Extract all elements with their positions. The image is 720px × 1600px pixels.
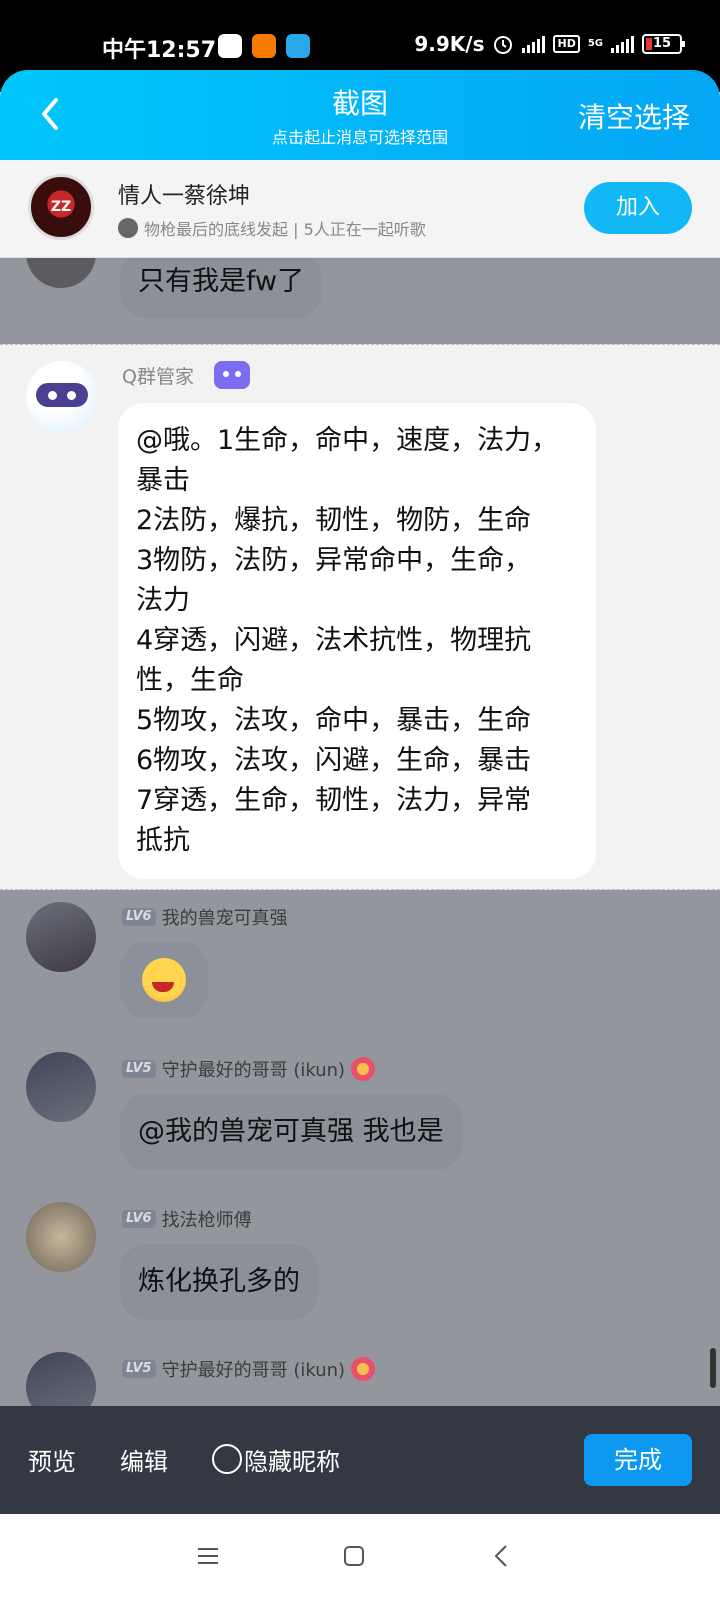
message-line: 5物攻，法攻，命中，暴击，生命 xyxy=(136,705,532,736)
done-button[interactable]: 完成 xyxy=(584,1434,692,1486)
message-line: 抵抗 xyxy=(136,825,190,856)
message-bubble[interactable]: 炼化换孔多的 xyxy=(120,1244,318,1320)
screenshot-header: 截图 点击起止消息可选择范围 清空选择 xyxy=(0,70,720,160)
message-line: 性，生命 xyxy=(136,665,244,696)
flower-icon xyxy=(351,1357,376,1381)
sender-label: 我的兽宠可真强 xyxy=(161,908,288,929)
listen-together-info: 物枪最后的底线发起 | 5人正在一起听歌 xyxy=(118,216,426,240)
level-badge: LV5 xyxy=(122,1060,156,1078)
flower-icon xyxy=(351,1057,376,1081)
level-badge: LV6 xyxy=(122,908,156,926)
message-text: @我的兽宠可真强 我也是 xyxy=(138,1116,444,1147)
join-button[interactable]: 加入 xyxy=(584,182,692,234)
avatar[interactable] xyxy=(26,258,96,288)
selected-message[interactable]: Q群管家 @哦。1生命，命中，速度，法力， 暴击 2法防，爆抗，韧性，物防，生命… xyxy=(0,344,720,890)
song-cover: ZZ xyxy=(28,174,94,240)
network-speed: 9.9K/s xyxy=(414,32,485,56)
message-line: 6物攻，法攻，闪避，生命，暴击 xyxy=(136,745,532,776)
uc-browser-icon xyxy=(252,34,276,58)
message-text: 炼化换孔多的 xyxy=(138,1266,300,1297)
level-badge: LV5 xyxy=(122,1360,156,1378)
laughing-emoji-icon xyxy=(142,958,186,1002)
message-bubble[interactable] xyxy=(120,942,208,1018)
sender-label: 找法枪师傅 xyxy=(161,1210,252,1231)
sender-label: Q群管家 xyxy=(122,365,194,388)
chat-area[interactable]: 只有我是fw了 Q群管家 @哦。1生命，命中，速度，法力， 暴击 2法防，爆抗，… xyxy=(0,258,720,1406)
sender-label: 守护最好的哥哥 (ikun) xyxy=(161,1060,346,1081)
message-line: @哦。1生命，命中，速度，法力， xyxy=(136,425,559,456)
clear-selection-button[interactable]: 清空选择 xyxy=(578,96,690,136)
avatar[interactable] xyxy=(26,1052,96,1122)
message-line: 4穿透，闪避，法术抗性，物理抗 xyxy=(136,625,532,656)
message-line: 法力 xyxy=(136,585,190,616)
message-text: 只有我是fw了 xyxy=(138,266,305,297)
avatar[interactable] xyxy=(26,1352,96,1406)
edit-button[interactable]: 编辑 xyxy=(120,1442,168,1477)
level-badge: LV6 xyxy=(122,1210,156,1228)
message-line: 2法防，爆抗，韧性，物防，生命 xyxy=(136,505,532,536)
message-bubble[interactable]: 只有我是fw了 xyxy=(120,258,323,318)
back-icon[interactable] xyxy=(490,1544,514,1568)
scrollbar[interactable] xyxy=(710,1348,716,1388)
sender-name: LV5 守护最好的哥哥 (ikun) xyxy=(122,1356,376,1382)
network-type: 5G xyxy=(587,38,603,49)
message-line: 3物防，法防，异常命中，生命， xyxy=(136,545,532,576)
bottom-toolbar: 预览 编辑 隐藏昵称 完成 xyxy=(0,1406,720,1514)
signal-5g-icon xyxy=(611,35,634,53)
status-time: 中午12:57 xyxy=(102,38,217,63)
avatar[interactable] xyxy=(26,902,96,972)
listen-together-text: 物枪最后的底线发起 | 5人正在一起听歌 xyxy=(144,220,426,239)
avatar[interactable] xyxy=(26,1202,96,1272)
initiator-avatar xyxy=(118,218,138,238)
telegram-icon xyxy=(286,34,310,58)
message-line: 7穿透，生命，韧性，法力，异常 xyxy=(136,785,532,816)
listen-together-bar[interactable]: ZZ 情人一蔡徐坤 物枪最后的底线发起 | 5人正在一起听歌 加入 xyxy=(0,160,720,258)
hd-badge: HD xyxy=(553,35,580,53)
hide-nickname-label[interactable]: 隐藏昵称 xyxy=(244,1442,340,1477)
robot-avatar[interactable] xyxy=(26,361,98,433)
alarm-icon xyxy=(494,36,513,54)
message-line: 暴击 xyxy=(136,465,190,496)
message-bubble[interactable]: @我的兽宠可真强 我也是 xyxy=(120,1094,462,1170)
notification-icons xyxy=(218,34,310,58)
signal-icon xyxy=(522,35,546,53)
message-bubble[interactable]: @哦。1生命，命中，速度，法力， 暴击 2法防，爆抗，韧性，物防，生命 3物防，… xyxy=(118,403,596,879)
preview-button[interactable]: 预览 xyxy=(28,1442,76,1477)
song-title: 情人一蔡徐坤 xyxy=(118,184,251,209)
sender-name: Q群管家 xyxy=(122,361,250,389)
battery-icon: 15 xyxy=(642,34,685,54)
sender-name: LV6 我的兽宠可真强 xyxy=(122,904,288,930)
sender-name: LV5 守护最好的哥哥 (ikun) xyxy=(122,1056,376,1082)
sender-label: 守护最好的哥哥 (ikun) xyxy=(161,1360,346,1381)
sender-name: LV6 找法枪师傅 xyxy=(122,1206,252,1232)
robot-badge-icon xyxy=(213,361,250,389)
menu-icon[interactable] xyxy=(196,1544,220,1568)
cloud-app-icon xyxy=(218,34,242,58)
system-nav-bar xyxy=(0,1514,720,1600)
status-right: 9.9K/s HD 5G 15 xyxy=(414,32,685,56)
hide-nickname-radio[interactable] xyxy=(212,1444,242,1474)
home-icon[interactable] xyxy=(342,1544,366,1568)
